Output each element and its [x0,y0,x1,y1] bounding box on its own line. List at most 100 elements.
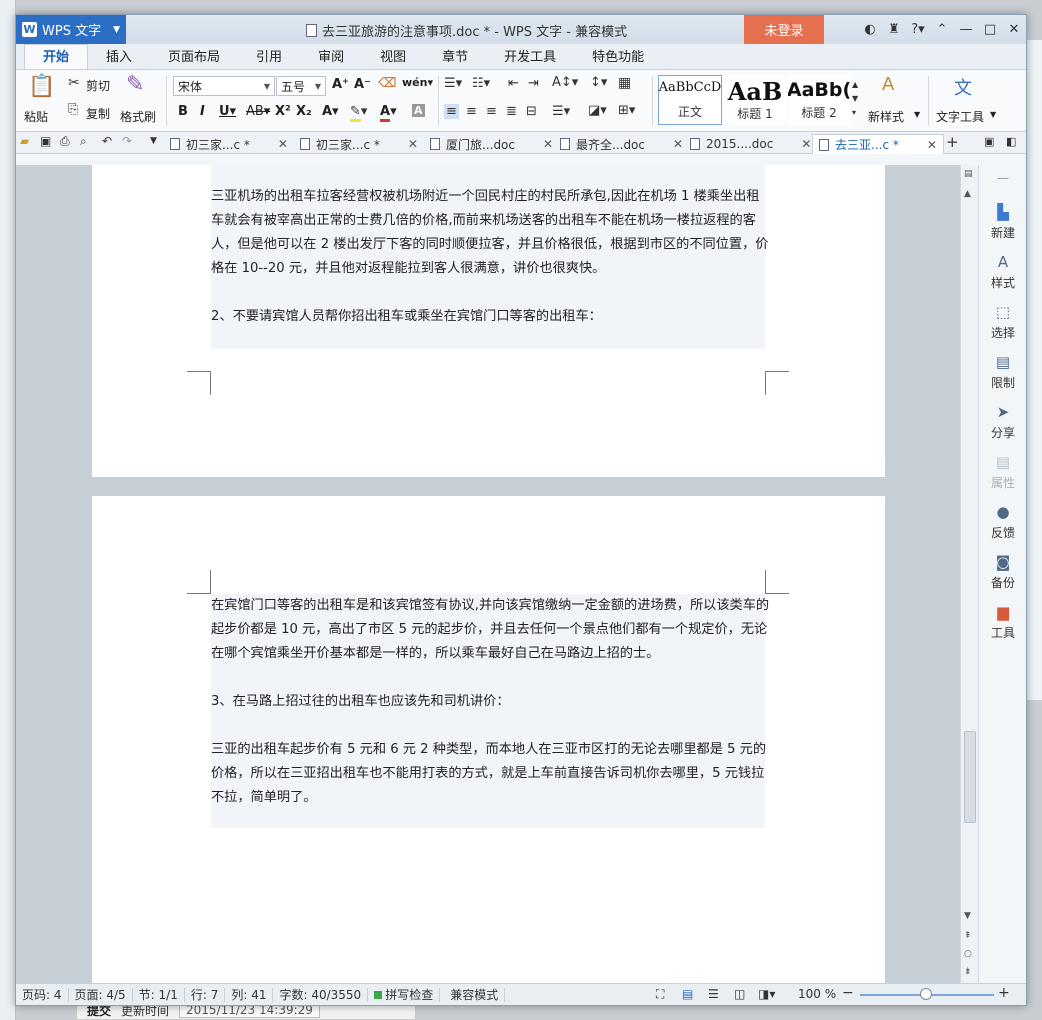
side-backup[interactable]: ◙ 备份 [979,553,1027,591]
highlight-icon[interactable]: ✎▾ [350,104,367,122]
doc-tab-active[interactable]: 去三亚...c * ✕ [812,134,944,154]
tab-sections[interactable]: 章节 [424,47,486,69]
bold-button[interactable]: B [178,104,188,119]
tab-features[interactable]: 特色功能 [574,47,662,69]
sort-icon[interactable]: ↕▾ [590,75,607,90]
align-right-icon[interactable]: ≡ [486,104,497,119]
text-effect-icon[interactable]: A▾ [322,104,339,119]
italic-button[interactable]: I [200,104,205,119]
text-direction-icon[interactable]: A↕▾ [552,75,578,90]
zoom-in-icon[interactable]: + [998,985,1010,1001]
tab-developer[interactable]: 开发工具 [486,47,574,69]
pinyin-icon[interactable]: wén▾ [402,76,433,89]
distribute-icon[interactable]: ⊟ [526,104,537,119]
tab-home[interactable]: 开始 [24,44,89,69]
zoom-level[interactable]: 100 % [798,987,836,1001]
login-button[interactable]: 未登录 [744,15,824,44]
subscript-button[interactable]: X₂ [296,104,312,119]
align-left-icon[interactable]: ≡ [444,104,459,119]
doc-tab[interactable]: 最齐全...doc ✕ [560,134,683,154]
status-word-count[interactable]: 字数: 40/3550 [273,987,369,1002]
style-heading-1[interactable]: AaB 标题 1 [724,75,786,125]
grow-font-icon[interactable]: A⁺ [332,77,349,92]
new-style-button[interactable]: 新样式 [868,108,904,125]
doc-tab[interactable]: 初三家...c * ✕ [170,134,288,154]
zoom-out-icon[interactable]: − [842,985,854,1001]
side-feedback[interactable]: ● 反馈 [979,503,1027,541]
font-name-select[interactable]: 宋体 ▼ [173,76,275,96]
paragraph[interactable]: 三亚的出租车起步价有 5 元和 6 元 2 种类型，而本地人在三亚市区打的无论去… [211,738,771,810]
text-tools-button[interactable]: 文字工具 [936,108,984,125]
char-shading-icon[interactable]: A [412,104,425,117]
format-painter-button[interactable]: 格式刷 [120,108,156,125]
superscript-button[interactable]: X² [275,104,291,119]
help-icon[interactable]: ?▾ [906,22,930,37]
side-select[interactable]: ⬚ 选择 [979,303,1027,341]
web-view-icon[interactable]: ◫ [734,987,745,1001]
doc-tab[interactable]: 2015....doc ✕ [690,134,811,154]
copy-button[interactable]: 复制 [86,105,110,122]
close-icon[interactable]: ✕ [278,137,288,151]
underline-button[interactable]: U▾ [219,104,236,119]
maximize-button[interactable]: □ [978,22,1002,37]
redo-icon[interactable]: ↷ [122,134,132,148]
browse-object-icon[interactable]: ○ [964,949,972,959]
spell-check-toggle[interactable]: 拼写检查 [368,987,441,1002]
cut-button[interactable]: 剪切 [86,77,110,94]
doc-tab[interactable]: 厦门旅...doc ✕ [430,134,553,154]
borders-icon[interactable]: ⊞▾ [618,103,635,118]
full-screen-icon[interactable]: ⛶ [656,987,664,1002]
clear-format-icon[interactable]: ⌫ [378,76,396,91]
scroll-down-icon[interactable]: ▼ [964,911,971,921]
tab-view[interactable]: 视图 [362,47,424,69]
text-tools-icon[interactable]: 文 [954,74,972,100]
bullet-list-icon[interactable]: ☰▾ [444,76,462,91]
increase-indent-icon[interactable]: ⇥ [528,76,539,91]
paragraph[interactable]: 三亚机场的出租车拉客经营权被机场附近一个回民村庄的村民所承包,因此在机场 1 楼… [211,185,771,281]
tab-page-layout[interactable]: 页面布局 [150,47,238,69]
justify-icon[interactable]: ≣ [506,104,517,119]
font-color-icon[interactable]: A▾ [380,104,397,122]
paragraph[interactable]: 2、不要请宾馆人员帮你招出租车或乘坐在宾馆门口等客的出租车： [211,305,771,329]
close-icon[interactable]: ✕ [408,137,418,151]
save-icon[interactable]: ▣ [40,134,51,148]
table-borders-icon[interactable]: ▦ [618,75,631,91]
undo-icon[interactable]: ↶ [102,134,112,148]
side-styles[interactable]: A 样式 [979,253,1027,291]
format-painter-icon[interactable]: ✎ [126,72,144,97]
font-size-select[interactable]: 五号 ▼ [276,76,326,96]
scroll-up-icon[interactable]: ▲ [964,189,971,199]
paragraph[interactable]: 3、在马路上招过往的出租车也应该先和司机讲价： [211,690,771,714]
side-properties[interactable]: ▤ 属性 [979,453,1027,491]
minimize-button[interactable]: — [954,22,978,37]
tab-insert[interactable]: 插入 [88,47,150,69]
side-new[interactable]: ▙ 新建 [979,203,1027,241]
next-page-icon[interactable]: ⇟ [964,967,972,977]
previous-page-icon[interactable]: ⇞ [964,931,972,941]
close-icon[interactable]: ✕ [927,138,937,152]
print-preview-icon[interactable]: ⌕ [80,134,87,149]
skin-icon[interactable]: ◐ [858,22,882,37]
doc-tab[interactable]: 初三家...c * ✕ [300,134,418,154]
outline-view-icon[interactable]: ☰ [708,987,719,1001]
tab-options-icon[interactable]: ◧ [1006,135,1016,148]
new-tab-icon[interactable]: + [946,133,959,151]
decrease-indent-icon[interactable]: ⇤ [508,76,519,91]
styles-scroll-icon[interactable]: ▲ ▼ ▾ [852,78,858,120]
numbered-list-icon[interactable]: ☷▾ [472,76,490,91]
line-spacing-icon[interactable]: ☰▾ [552,104,570,119]
align-center-icon[interactable]: ≡ [466,104,477,119]
paste-button[interactable]: 粘贴 [24,108,48,125]
paste-icon[interactable]: 📋 [28,74,55,99]
tab-review[interactable]: 审阅 [300,47,362,69]
page-view-icon[interactable]: ▤ [682,987,693,1001]
shrink-font-icon[interactable]: A⁻ [354,77,371,92]
reading-view-icon[interactable]: ◨▾ [758,987,775,1001]
side-share[interactable]: ➤ 分享 [979,403,1027,441]
print-icon[interactable]: ⎙ [60,134,70,149]
chevron-down-icon[interactable]: ▼ [150,136,157,146]
shading-icon[interactable]: ◪▾ [588,103,607,118]
strikethrough-button[interactable]: AB▾ [246,104,270,119]
tab-references[interactable]: 引用 [238,47,300,69]
close-button[interactable]: ✕ [1002,22,1026,37]
